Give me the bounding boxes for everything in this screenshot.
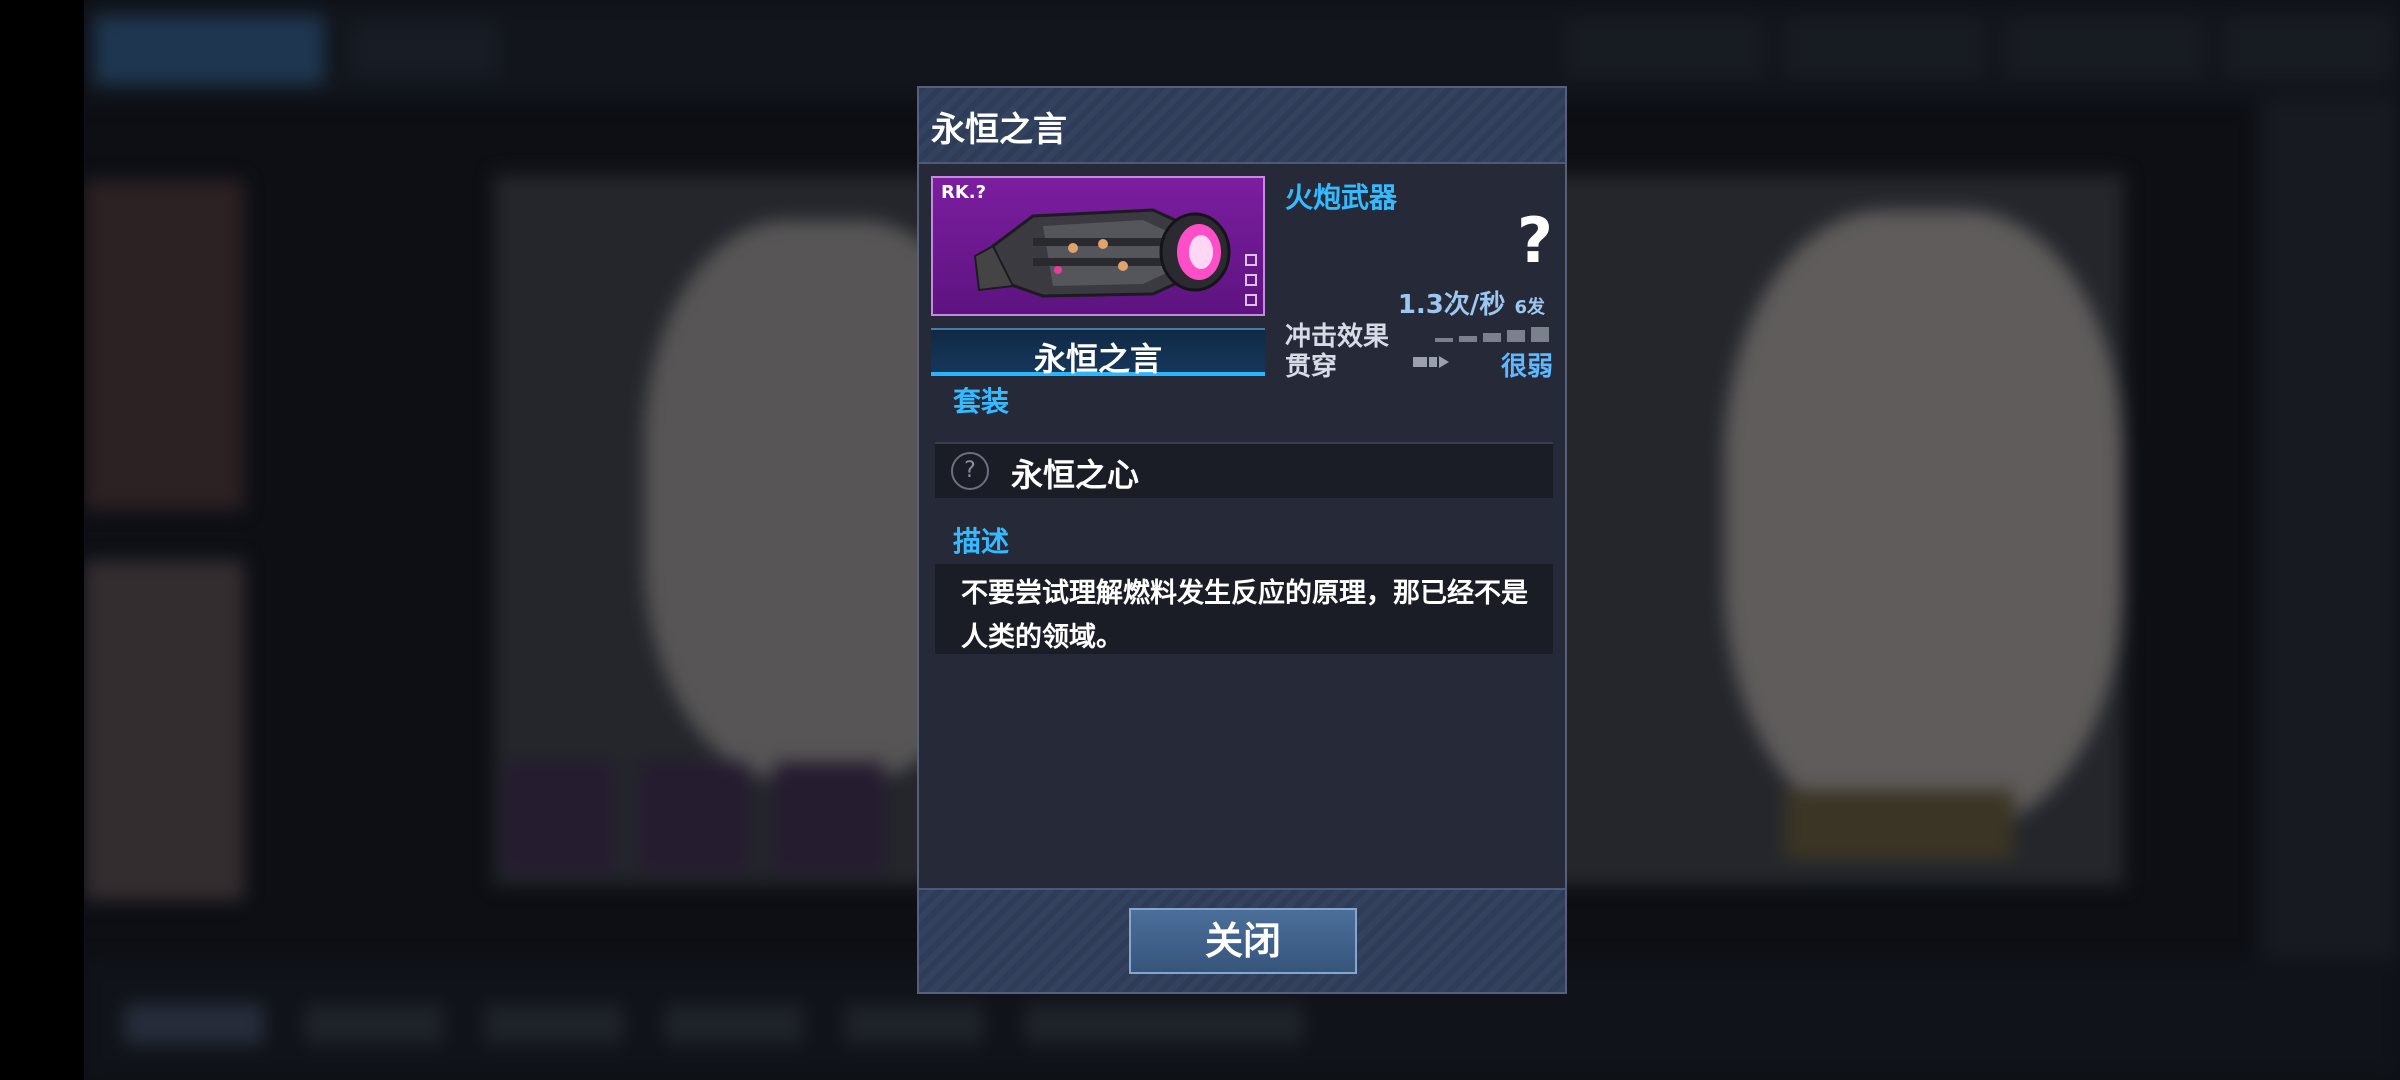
impact-pip — [1531, 327, 1549, 342]
fire-rate-value: 1.3次/秒 — [1397, 290, 1506, 320]
weapon-name-plate: 永恒之言 — [931, 328, 1265, 378]
weapon-name: 永恒之言 — [1033, 340, 1162, 378]
impact-pip — [1507, 330, 1525, 342]
description-box: 不要尝试理解燃料发生反应的原理，那已经不是人类的领域。 — [935, 564, 1553, 654]
slot-box — [1245, 274, 1257, 286]
heavy-cannon-weapon-art — [973, 208, 1231, 298]
impact-pip — [1483, 333, 1501, 342]
weapon-type: 火炮武器 — [1285, 181, 1398, 214]
pierce-arrow-icon — [1413, 356, 1449, 368]
dialog-footer: 关闭 — [919, 888, 1565, 992]
description-text: 不要尝试理解燃料发生反应的原理，那已经不是人类的领域。 — [961, 578, 1528, 653]
slot-box — [1245, 294, 1257, 306]
close-button[interactable]: 关闭 — [1129, 908, 1357, 974]
weapon-card: RK.? — [931, 176, 1265, 316]
magazine-size: 6发 — [1514, 297, 1545, 318]
dialog-title: 永恒之言 — [931, 110, 1067, 150]
dialog-title-bar: 永恒之言 — [919, 88, 1565, 164]
impact-meter — [1435, 326, 1553, 342]
question-circle-icon: ? — [951, 452, 989, 490]
set-row[interactable]: ? 永恒之心 — [935, 442, 1553, 498]
damage-value: ? — [1517, 204, 1553, 277]
pierce-label: 贯穿 — [1285, 352, 1338, 382]
set-heading: 套装 — [953, 385, 1010, 418]
fire-rate: 1.3次/秒 6发 — [1398, 284, 1545, 321]
slot-box — [1245, 254, 1257, 266]
weapon-info-dialog: 永恒之言 RK.? 永恒之言 火炮武器 ? 1.3次/秒 6发 冲击效果 贯穿 … — [917, 86, 1567, 994]
set-name: 永恒之心 — [1011, 456, 1140, 494]
description-heading: 描述 — [953, 525, 1010, 558]
impact-pip — [1435, 338, 1453, 342]
pierce-strength: 很弱 — [1500, 352, 1553, 382]
impact-pip — [1459, 336, 1477, 342]
